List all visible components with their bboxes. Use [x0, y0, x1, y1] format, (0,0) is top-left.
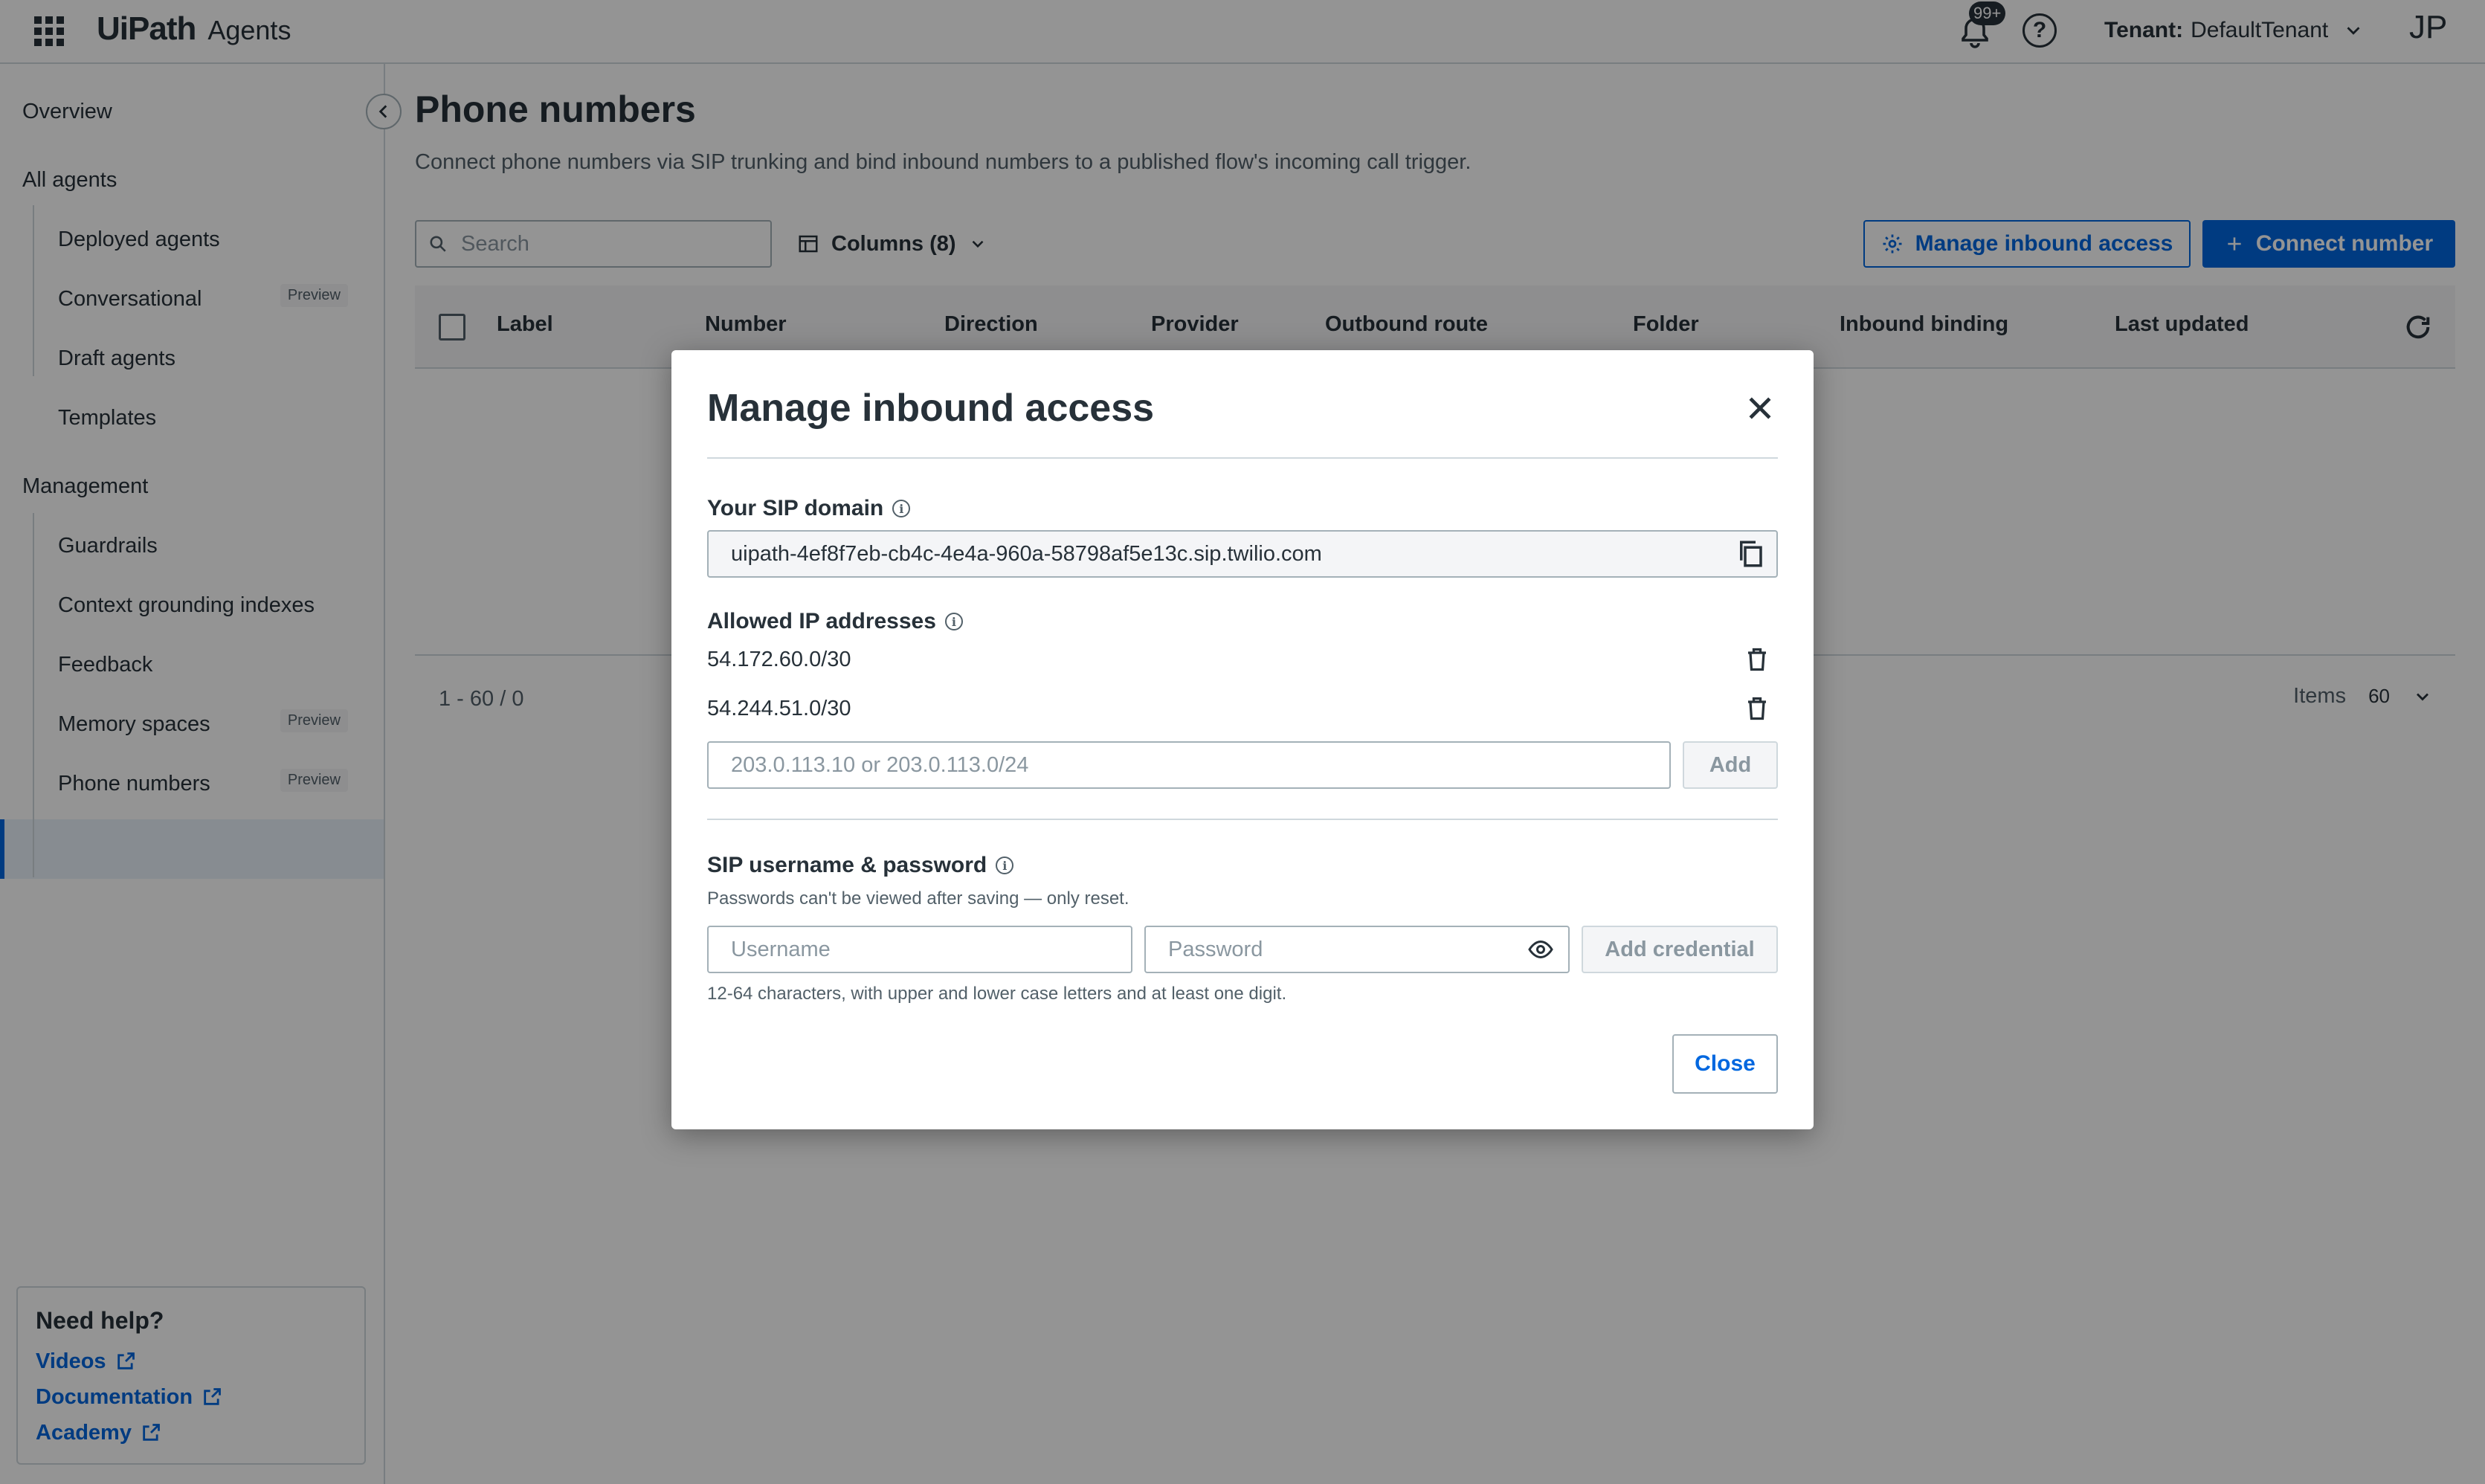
allowed-ip-label: Allowed IP addresses i	[707, 609, 963, 634]
credentials-note: Passwords can't be viewed after saving —…	[707, 888, 1129, 909]
sip-domain-label: Your SIP domain i	[707, 496, 911, 521]
trash-icon[interactable]	[1744, 694, 1770, 723]
info-icon[interactable]: i	[892, 500, 911, 517]
divider	[707, 457, 1778, 459]
password-placeholder: Password	[1168, 937, 1263, 961]
sip-domain-label-text: Your SIP domain	[707, 496, 884, 520]
username-input[interactable]: Username	[707, 926, 1132, 973]
ip-address-input[interactable]: 203.0.113.10 or 203.0.113.0/24	[707, 741, 1671, 789]
trash-icon[interactable]	[1744, 645, 1770, 674]
sip-credentials-label-text: SIP username & password	[707, 853, 987, 877]
sip-domain-value: uipath-4ef8f7eb-cb4c-4e4a-960a-58798af5e…	[731, 541, 1322, 566]
ip-address-item: 54.244.51.0/30	[707, 697, 851, 720]
info-icon[interactable]: i	[996, 856, 1014, 874]
password-hint: 12-64 characters, with upper and lower c…	[707, 984, 1287, 1004]
divider	[707, 819, 1778, 820]
add-credential-button[interactable]: Add credential	[1582, 926, 1778, 973]
password-input[interactable]: Password	[1144, 926, 1570, 973]
ip-address-placeholder: 203.0.113.10 or 203.0.113.0/24	[731, 752, 1029, 777]
allowed-ip-label-text: Allowed IP addresses	[707, 609, 936, 633]
eye-icon[interactable]	[1525, 936, 1556, 963]
username-placeholder: Username	[731, 937, 831, 961]
manage-inbound-access-dialog: Manage inbound access Your SIP domain i …	[671, 350, 1814, 1129]
close-icon[interactable]	[1744, 392, 1776, 425]
sip-domain-field[interactable]: uipath-4ef8f7eb-cb4c-4e4a-960a-58798af5e…	[707, 530, 1778, 578]
sip-credentials-label: SIP username & password i	[707, 853, 1014, 878]
close-button[interactable]: Close	[1672, 1034, 1778, 1094]
add-ip-button[interactable]: Add	[1683, 741, 1778, 789]
info-icon[interactable]: i	[944, 613, 963, 630]
copy-icon[interactable]	[1735, 538, 1766, 570]
ip-address-item: 54.172.60.0/30	[707, 648, 851, 671]
dialog-title: Manage inbound access	[707, 387, 1155, 430]
